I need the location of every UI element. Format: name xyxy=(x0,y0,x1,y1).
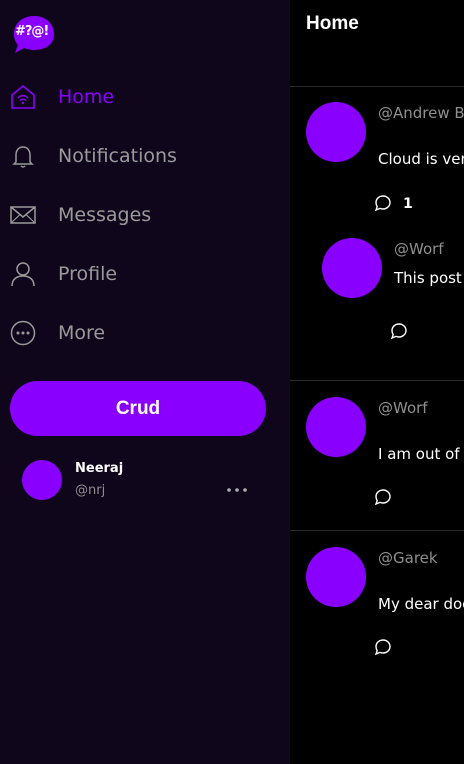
sidebar: #?@! Home Notifications Messages Profile… xyxy=(0,0,290,764)
post-text: Cloud is very xyxy=(378,150,464,168)
person-icon xyxy=(10,261,36,287)
sidebar-item-more[interactable]: More xyxy=(10,315,105,351)
post-text: I am out of p xyxy=(378,445,464,463)
sidebar-item-label: Profile xyxy=(58,263,118,285)
avatar[interactable] xyxy=(306,547,366,607)
comment-icon[interactable] xyxy=(390,322,408,340)
user-name: Neeraj xyxy=(75,461,124,476)
more-horizontal-icon[interactable] xyxy=(226,478,248,492)
app-logo[interactable]: #?@! xyxy=(10,14,56,54)
sidebar-item-label: More xyxy=(58,322,106,344)
avatar[interactable] xyxy=(306,102,366,162)
sidebar-item-messages[interactable]: Messages xyxy=(10,197,151,233)
avatar xyxy=(22,460,62,500)
comment-icon[interactable] xyxy=(374,488,392,506)
sidebar-item-notifications[interactable]: Notifications xyxy=(10,138,177,174)
divider xyxy=(290,86,464,87)
sidebar-item-label: Notifications xyxy=(58,145,177,167)
divider xyxy=(290,380,464,381)
home-icon xyxy=(10,84,36,110)
logo-text: #?@! xyxy=(15,24,49,39)
post-text: This post l xyxy=(394,269,464,287)
comment-count: 1 xyxy=(403,196,413,212)
crud-button[interactable]: Crud xyxy=(10,381,266,436)
avatar[interactable] xyxy=(306,397,366,457)
sidebar-item-label: Home xyxy=(58,86,115,108)
post-handle[interactable]: @Worf xyxy=(394,240,444,258)
page-title: Home xyxy=(306,13,359,34)
bell-icon xyxy=(10,143,36,169)
divider xyxy=(290,530,464,531)
post-handle[interactable]: @Andrew Br xyxy=(378,104,464,122)
comment-icon[interactable] xyxy=(374,638,392,656)
avatar[interactable] xyxy=(322,238,382,298)
post-text: My dear doc xyxy=(378,595,464,613)
post-handle[interactable]: @Worf xyxy=(378,399,428,417)
user-card[interactable]: Neeraj @nrj xyxy=(22,460,272,500)
mail-icon xyxy=(10,202,36,228)
sidebar-item-home[interactable]: Home xyxy=(10,79,114,115)
main-feed: Home @Andrew Br Cloud is very 1 @Worf Th… xyxy=(290,0,464,764)
more-circle-icon xyxy=(10,320,36,346)
user-handle: @nrj xyxy=(75,483,106,498)
post-handle[interactable]: @Garek xyxy=(378,549,438,567)
sidebar-item-label: Messages xyxy=(58,204,152,226)
sidebar-item-profile[interactable]: Profile xyxy=(10,256,117,292)
comment-icon[interactable] xyxy=(374,194,392,212)
